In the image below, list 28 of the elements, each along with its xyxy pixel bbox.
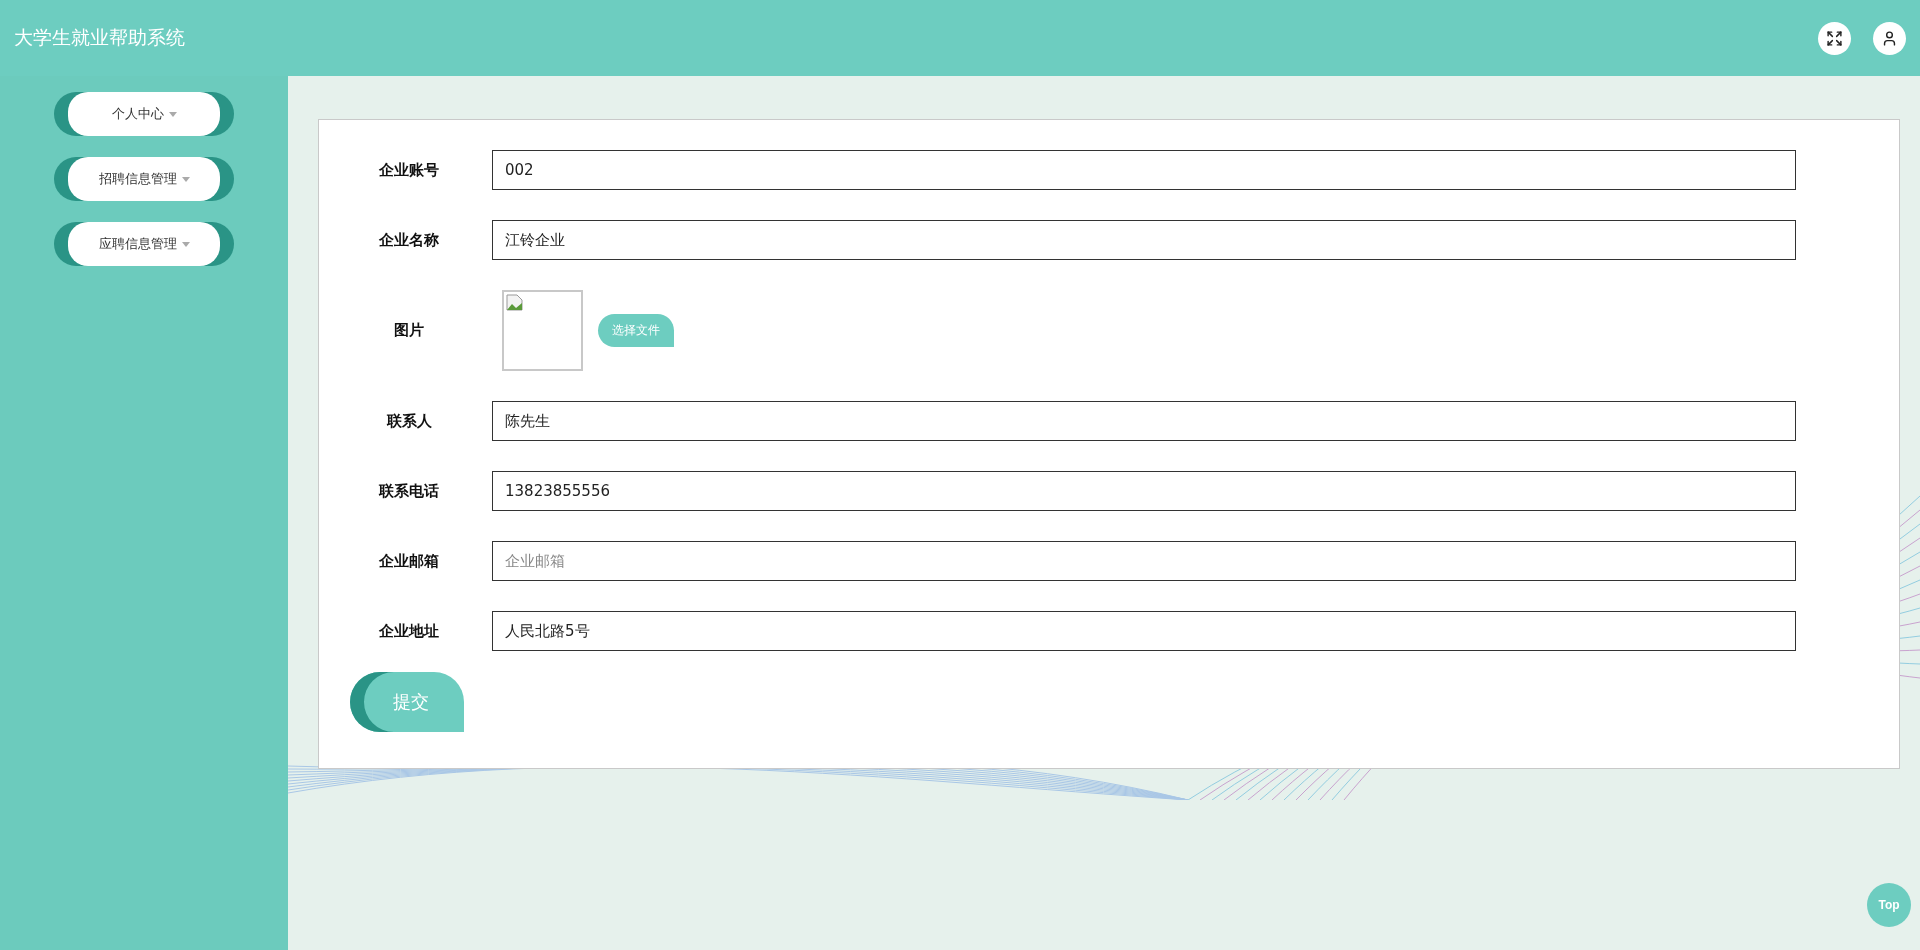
expand-icon [1826,29,1843,47]
field-label: 联系人 [385,411,433,431]
caret-icon [168,111,177,117]
menu-label: 个人中心 [111,105,164,123]
menu-item[interactable]: 个人中心 [54,92,234,136]
input-field[interactable]: 企业邮箱 [492,541,1796,581]
field-label: 联系电话 [378,481,440,501]
input-field[interactable]: 002 [492,150,1796,190]
menu-label: 招聘信息管理 [98,170,177,188]
app-title: 大学生就业帮助系统 [14,25,185,50]
input-field[interactable]: 陈先生 [492,401,1796,441]
input-field[interactable]: 人民北路5号 [492,611,1796,651]
field-label: 企业邮箱 [378,551,440,571]
menu-item[interactable]: 应聘信息管理 [54,222,234,266]
caret-icon [181,176,190,182]
caret-icon [181,241,190,247]
field-label: 企业地址 [378,621,440,641]
menu-label: 应聘信息管理 [98,235,177,253]
menu-item[interactable]: 招聘信息管理 [54,157,234,201]
user-icon [1881,29,1898,47]
field-label: 图片 [393,321,425,340]
user-button[interactable] [1873,21,1906,55]
fullscreen-button[interactable] [1818,21,1851,55]
input-field[interactable]: 江铃企业 [492,220,1796,260]
broken-image-icon [506,294,523,311]
field-label: 企业名称 [378,230,440,250]
field-label: 企业账号 [378,160,440,180]
input-field[interactable]: 13823855556 [492,471,1796,511]
